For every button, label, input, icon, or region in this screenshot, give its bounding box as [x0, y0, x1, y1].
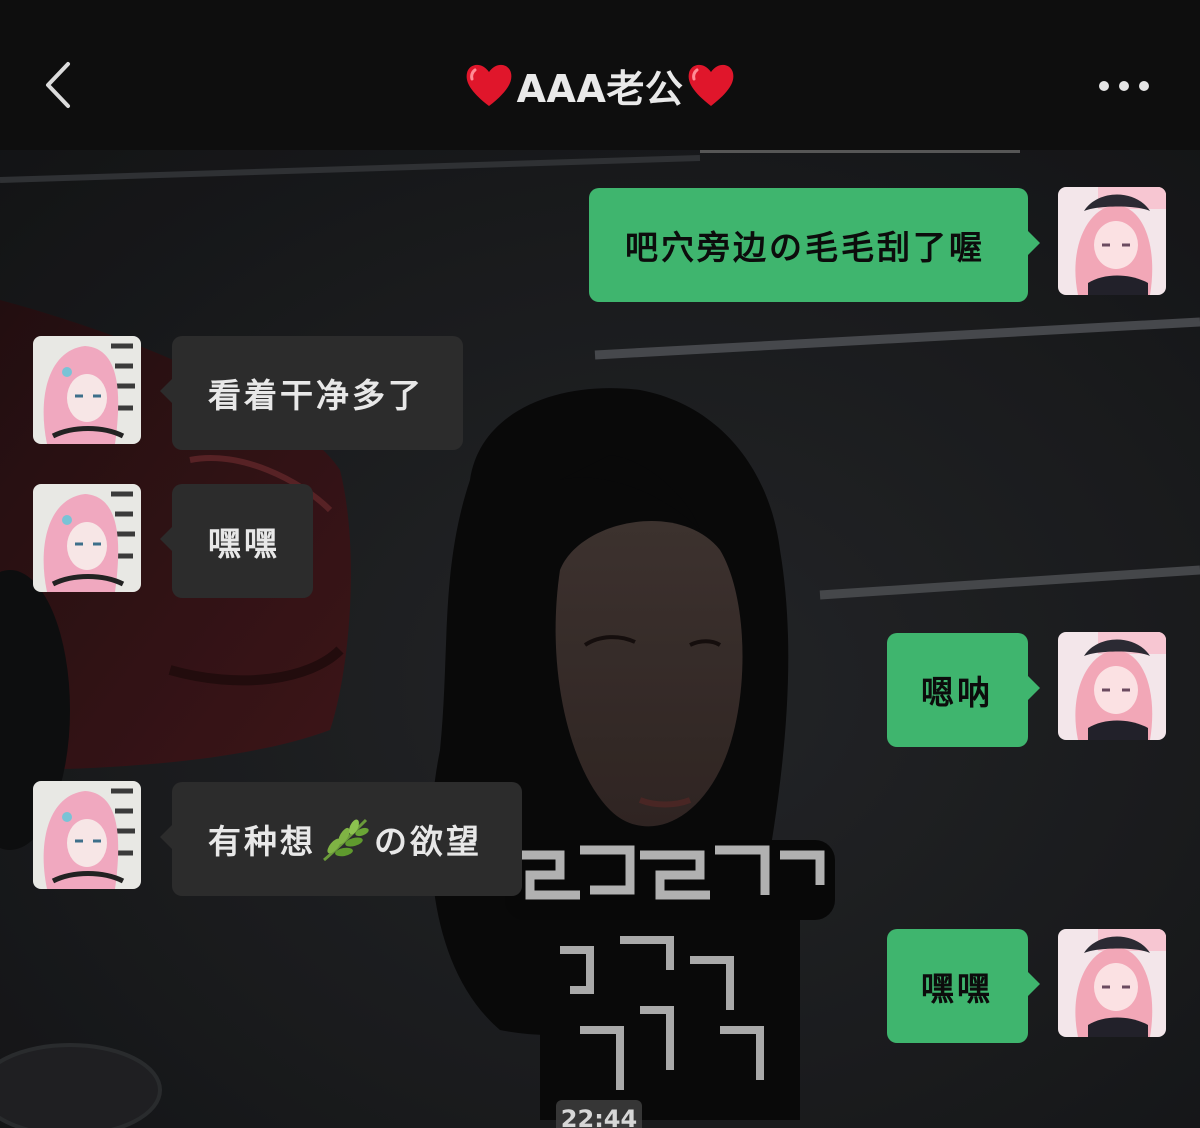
avatar-image — [1058, 632, 1166, 740]
heart-emoji-icon — [688, 64, 734, 106]
more-dots-icon — [1099, 81, 1149, 91]
chat-header: AAA老公 — [0, 0, 1200, 150]
heart-emoji-icon — [466, 64, 511, 106]
avatar-image — [33, 484, 141, 592]
chat-title: AAA老公 — [516, 66, 684, 111]
avatar-image — [33, 336, 141, 444]
message-bubble-sent[interactable]: 嗯呐 — [887, 633, 1040, 747]
message-bubble-received[interactable]: 看着干净多了 — [160, 336, 463, 450]
avatar-image — [1058, 187, 1166, 295]
message-text: 嘿嘿 — [208, 524, 280, 563]
avatar-image — [1058, 929, 1166, 1037]
message-bubble-received[interactable]: 有种想 の欲望 — [160, 782, 522, 896]
message-text-before: 有种想 — [208, 822, 316, 861]
message-bubble-sent[interactable]: 吧穴旁边の毛毛刮了喔 — [589, 188, 1040, 302]
contact-avatar[interactable] — [33, 484, 141, 592]
self-avatar[interactable] — [1058, 632, 1166, 740]
self-avatar[interactable] — [1058, 187, 1166, 295]
contact-avatar[interactable] — [33, 781, 141, 889]
chat-area[interactable]: 吧穴旁边の毛毛刮了喔 看着干净多了 嘿嘿 嗯呐 有种想 の欲望 嘿嘿 22:44 — [0, 150, 1200, 1128]
message-timestamp: 22:44 — [556, 1100, 642, 1128]
herb-emoji-icon — [323, 818, 369, 862]
message-text: 吧穴旁边の毛毛刮了喔 — [625, 228, 985, 267]
message-text: 嘿嘿 — [921, 969, 993, 1008]
more-options-button[interactable] — [1090, 70, 1160, 102]
self-avatar[interactable] — [1058, 929, 1166, 1037]
message-text-after: の欲望 — [374, 822, 482, 861]
message-bubble-sent[interactable]: 嘿嘿 — [887, 929, 1040, 1043]
chat-title-area: AAA老公 — [0, 52, 1200, 118]
contact-avatar[interactable] — [33, 336, 141, 444]
avatar-image — [33, 781, 141, 889]
message-bubble-received[interactable]: 嘿嘿 — [160, 484, 313, 598]
message-text: 嗯呐 — [921, 673, 993, 712]
message-text: 看着干净多了 — [208, 376, 424, 415]
